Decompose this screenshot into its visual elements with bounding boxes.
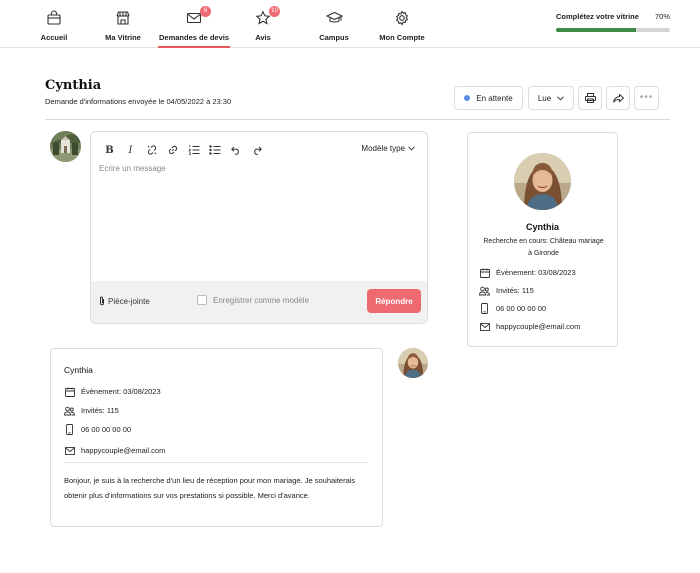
save-as-template-label: Enregistrer comme modèle [213,295,310,305]
phone-number[interactable]: 06 00 00 00 00 [496,304,546,313]
request-date: Demande d'informations envoyée le 04/05/… [45,97,232,106]
message-divider [64,462,367,463]
email-address[interactable]: happycouple@email.com [81,446,165,455]
attachment-button[interactable]: Pièce-jointe [99,296,150,306]
completion-progress: Complétez votre vitrine 70% [556,12,670,32]
notification-badge: 6 [200,6,211,17]
read-status-dropdown[interactable]: Lue [528,86,574,110]
nav-item-mon-compte[interactable]: Mon Compte [378,0,426,48]
composer-footer: Pièce-jointe Enregistrer comme modèle Ré… [91,281,427,323]
phone-row: 06 00 00 00 00 [64,424,131,435]
italic-icon[interactable]: I [120,143,141,157]
client-message-avatar [398,348,428,378]
nav-label: Campus [319,33,349,42]
nav-item-campus[interactable]: Campus [318,0,350,48]
client-message: Cynthia Évènement: 03/08/2023 Invités: 1… [50,348,383,527]
email-icon [479,321,490,332]
event-date-row: Évènement: 03/08/2023 [479,267,576,278]
email-address[interactable]: happycouple@email.com [496,322,580,331]
nav-label: Ma Vitrine [105,33,141,42]
nav-item-avis[interactable]: 10 Avis [253,0,280,48]
save-as-template-checkbox[interactable]: Enregistrer comme modèle [197,295,309,305]
link-icon[interactable] [162,143,183,157]
status-dropdown[interactable]: En attente [454,86,523,110]
nav-label: Demandes de devis [158,33,230,42]
status-label: En attente [476,93,513,103]
progress-percent: 70% [654,12,670,21]
share-arrow-icon [612,93,624,103]
more-options-button[interactable]: ••• [634,86,659,110]
template-select[interactable]: Modèle type [361,144,415,153]
reply-button[interactable]: Répondre [367,289,421,313]
phone-icon [479,303,490,314]
forward-button[interactable] [606,86,630,110]
progress-track [556,28,670,32]
nav-item-demandes-de-devis[interactable]: 6 Demandes de devis [158,0,230,48]
guests-count: Invités: 115 [81,406,119,415]
paperclip-icon [99,296,105,306]
nav-label: Mon Compte [379,33,425,42]
email-icon [64,445,75,456]
progress-title: Complétez votre vitrine [556,12,639,21]
star-icon: 10 [254,6,280,27]
event-date-row: Évènement: 03/08/2023 [64,386,161,397]
event-date: Évènement: 03/08/2023 [81,387,161,396]
editor-toolbar: B I [99,143,267,157]
undo-icon[interactable] [225,143,246,157]
client-name: Cynthia [525,222,559,232]
print-button[interactable] [578,86,602,110]
vendor-avatar [50,131,81,162]
nav-label: Accueil [40,33,68,42]
guests-row: Invités: 115 [479,285,534,296]
event-date: Évènement: 03/08/2023 [496,268,576,277]
printer-icon [584,93,596,103]
nav-label: Avis [255,33,271,42]
nav-item-accueil[interactable]: Accueil [38,0,70,48]
calendar-icon [64,386,75,397]
reply-composer: B I Modèle type Pièce-jo [90,131,428,324]
notification-badge: 10 [269,6,280,17]
email-row: happycouple@email.com [479,321,580,332]
ordered-list-icon[interactable] [183,143,204,157]
client-search-description: Recherche en cours: Château mariage à Gi… [483,238,604,257]
envelope-icon: 6 [185,6,211,27]
status-dot [464,95,471,101]
read-label: Lue [537,93,552,103]
header-divider [45,119,670,120]
redo-icon[interactable] [246,143,267,157]
top-navigation: Accueil Ma Vitrine 6 Demandes de devis 1… [0,0,700,48]
message-sender-name: Cynthia [64,365,93,375]
calendar-icon [479,267,490,278]
guests-icon [64,405,75,416]
more-dots-icon: ••• [639,92,654,103]
message-input[interactable] [99,164,419,274]
attachment-label: Pièce-jointe [108,296,150,306]
guests-count: Invités: 115 [496,286,534,295]
graduation-cap-icon [325,9,343,27]
nav-item-ma-vitrine[interactable]: Ma Vitrine [103,0,143,48]
message-body: Bonjour, je suis à la recherche d'un lie… [64,476,356,500]
client-avatar [514,153,571,210]
storefront-icon [114,9,132,27]
client-profile-card: Cynthia Recherche en cours: Château mari… [467,132,618,347]
shopping-bag-icon [45,9,63,27]
guests-icon [479,285,490,296]
checkbox[interactable] [197,295,207,305]
bullet-list-icon[interactable] [204,143,225,157]
phone-number[interactable]: 06 00 00 00 00 [81,425,131,434]
guests-row: Invités: 115 [64,405,119,416]
bold-icon[interactable]: B [99,143,120,157]
page-title: Cynthia [45,78,102,93]
template-select-label: Modèle type [361,144,405,153]
chevron-down-icon [408,146,415,151]
email-row: happycouple@email.com [64,445,165,456]
phone-row: 06 00 00 00 00 [479,303,546,314]
progress-fill [556,28,636,32]
phone-icon [64,424,75,435]
gear-icon [393,9,411,27]
chevron-down-icon [557,95,565,101]
unlink-icon[interactable] [141,143,162,157]
